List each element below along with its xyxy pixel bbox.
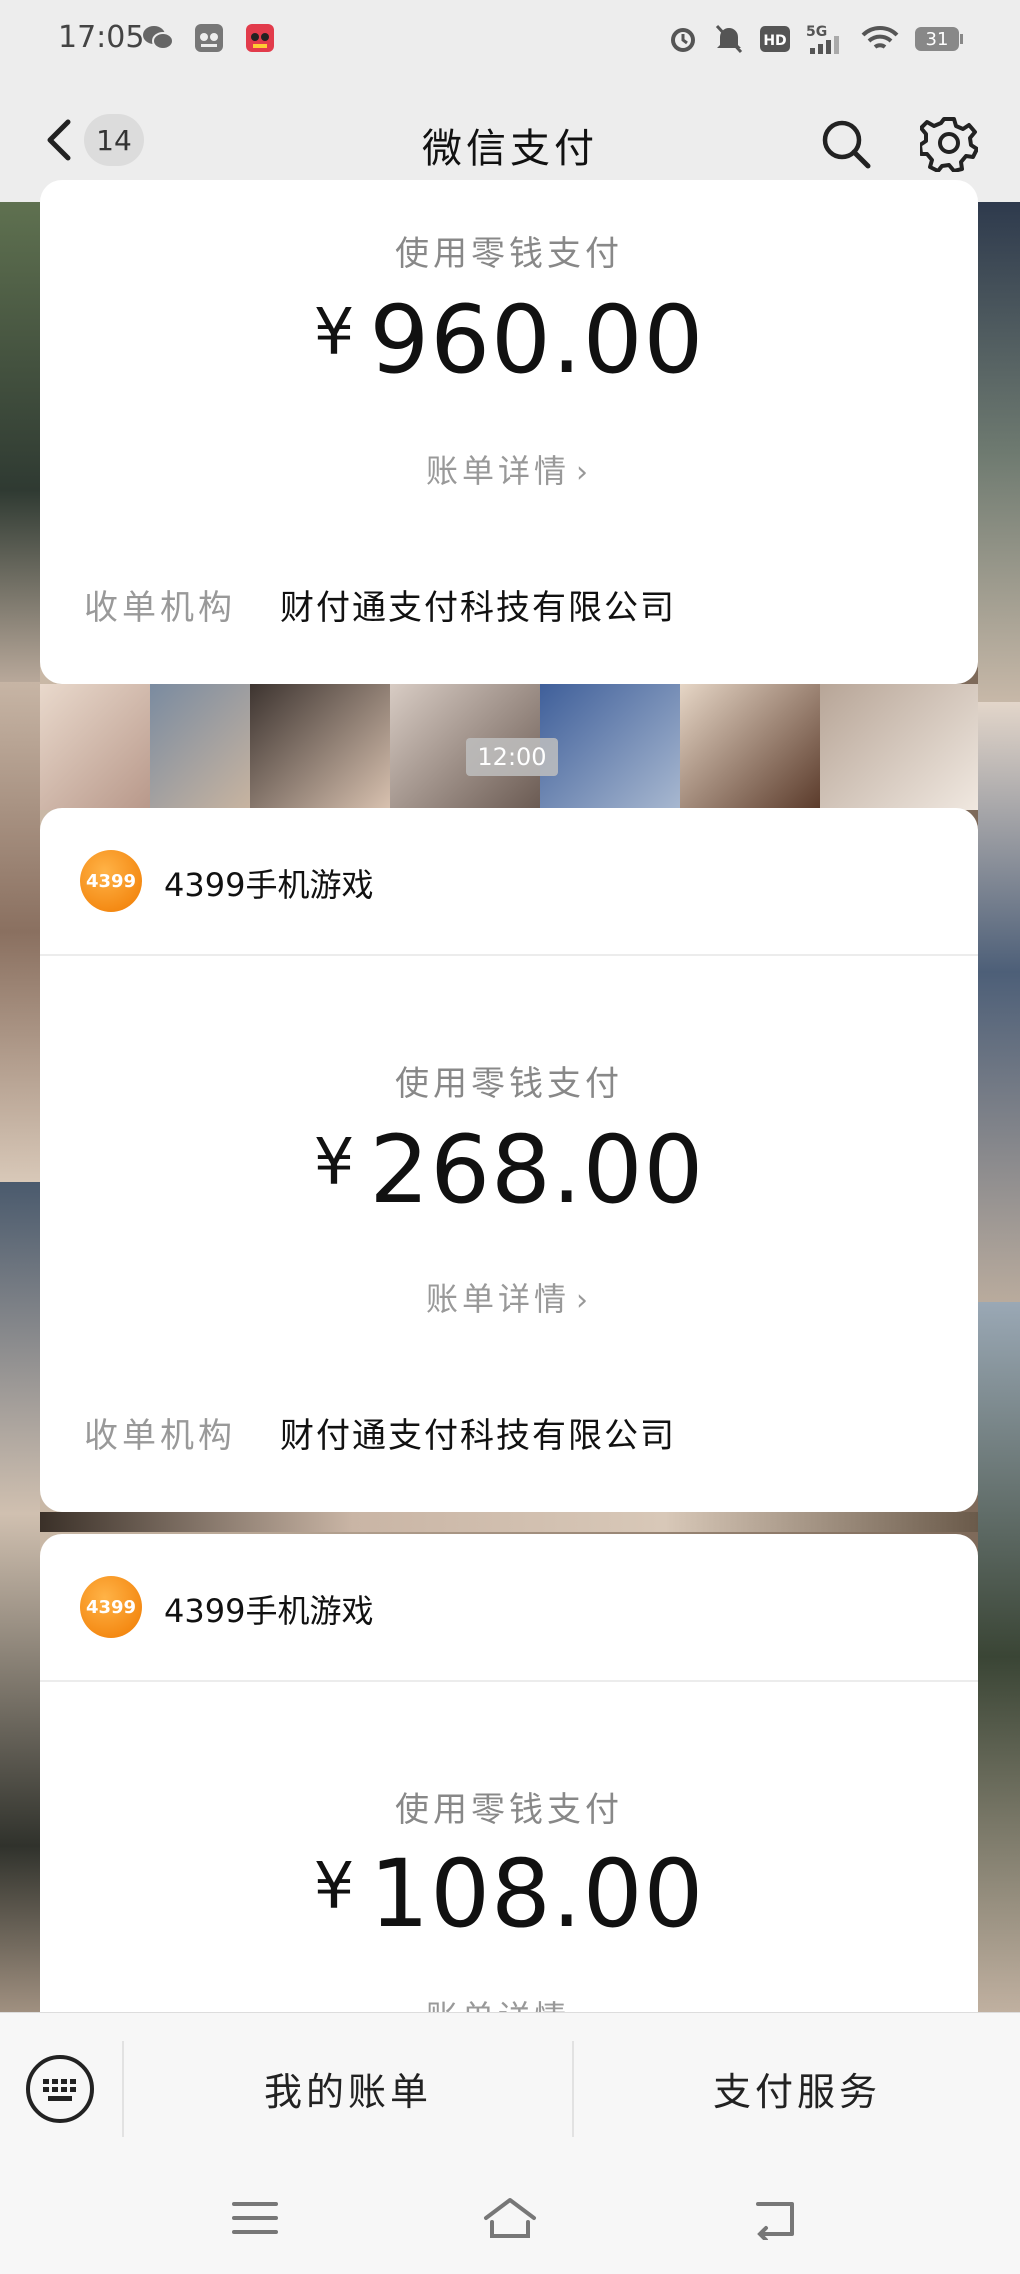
svg-text:31: 31 <box>926 29 949 50</box>
chevron-right-icon: › <box>576 2001 592 2012</box>
hd-icon: HD <box>759 26 790 52</box>
payment-amount: ¥960.00 <box>40 286 978 395</box>
bill-detail-link[interactable]: 账单详情› <box>40 1274 978 1320</box>
wifi-icon <box>861 25 899 49</box>
status-app-icons <box>142 22 290 58</box>
card-header: 4399 4399手机游戏 <box>40 808 978 956</box>
currency-symbol: ¥ <box>313 1850 356 1924</box>
bill-detail-link[interactable]: 账单详情 › <box>40 1992 978 2012</box>
amount-value: 960.00 <box>369 286 705 395</box>
wechat-icon <box>143 26 174 50</box>
bottom-menu: 我的账单 支付服务 <box>0 2012 1020 2162</box>
merchant-logo-icon: 4399 <box>80 1576 142 1638</box>
payment-amount: ¥108.00 <box>40 1840 978 1949</box>
amount-value: 268.00 <box>369 1116 705 1225</box>
payment-card[interactable]: 4399 4399手机游戏 使用零钱支付 ¥268.00 账单详情 › 收单机构 财… <box>40 808 978 1512</box>
payment-amount: ¥268.00 <box>40 1116 978 1225</box>
bill-detail-label: 账单详情 <box>425 1280 570 1318</box>
acquirer-row: 收单机构 财付通支付科技有限公司 <box>84 580 676 629</box>
bill-detail-label: 账单详情 <box>425 452 570 490</box>
currency-symbol: ¥ <box>313 296 356 370</box>
keyboard-icon[interactable] <box>24 2053 96 2125</box>
amount-value: 108.00 <box>369 1840 705 1949</box>
app-notification-icon <box>195 24 224 52</box>
bill-detail-link[interactable]: 账单详情› <box>40 446 978 492</box>
svg-text:HD: HD <box>763 33 786 49</box>
signal-icon: 5G <box>806 24 839 54</box>
pay-method-label: 使用零钱支付 <box>395 1064 623 1104</box>
message-timestamp: 12:00 <box>466 738 558 776</box>
bill-detail-label: 账单详情 <box>426 1998 570 2012</box>
acquirer-value: 财付通支付科技有限公司 <box>280 588 676 628</box>
mute-icon <box>715 24 742 54</box>
pay-method-label: 使用零钱支付 <box>395 1790 623 1830</box>
pay-method-label: 使用零钱支付 <box>395 234 623 274</box>
battery-icon: 31 <box>915 27 963 51</box>
gear-icon[interactable] <box>920 114 978 172</box>
menu-my-bills[interactable]: 我的账单 <box>124 2013 572 2163</box>
status-time: 17:05 <box>58 20 145 55</box>
merchant-logo-icon: 4399 <box>80 850 142 912</box>
alarm-icon <box>670 28 695 52</box>
chevron-right-icon: › <box>576 1283 592 1318</box>
acquirer-label: 收单机构 <box>84 1416 236 1456</box>
payment-card[interactable]: 使用零钱支付 ¥960.00 账单详情 › 收单机构 财付通支付科技有限公司 <box>40 180 978 684</box>
merchant-name: 4399手机游戏 <box>164 866 374 904</box>
acquirer-label: 收单机构 <box>84 588 236 628</box>
acquirer-row: 收单机构 财付通支付科技有限公司 <box>84 1408 676 1457</box>
home-icon[interactable] <box>482 2196 538 2240</box>
back-nav-icon[interactable] <box>752 2196 802 2240</box>
search-icon[interactable] <box>818 116 872 170</box>
system-navigation-bar <box>0 2162 1020 2274</box>
merchant-name: 4399手机游戏 <box>164 1592 374 1630</box>
card-header: 4399 4399手机游戏 <box>40 1534 978 1682</box>
status-bar: 17:05 HD 5G 31 <box>0 0 1020 80</box>
menu-payment-services[interactable]: 支付服务 <box>574 2013 1020 2163</box>
menu-icon[interactable] <box>230 2196 280 2240</box>
chevron-right-icon: › <box>576 455 592 490</box>
status-right-icons: HD 5G 31 <box>657 22 964 58</box>
game-app-icon <box>246 24 275 52</box>
currency-symbol: ¥ <box>313 1126 356 1200</box>
svg-text:5G: 5G <box>806 24 827 40</box>
payment-card[interactable]: 4399 4399手机游戏 使用零钱支付 ¥108.00 账单详情 › <box>40 1534 978 2012</box>
acquirer-value: 财付通支付科技有限公司 <box>280 1416 676 1456</box>
